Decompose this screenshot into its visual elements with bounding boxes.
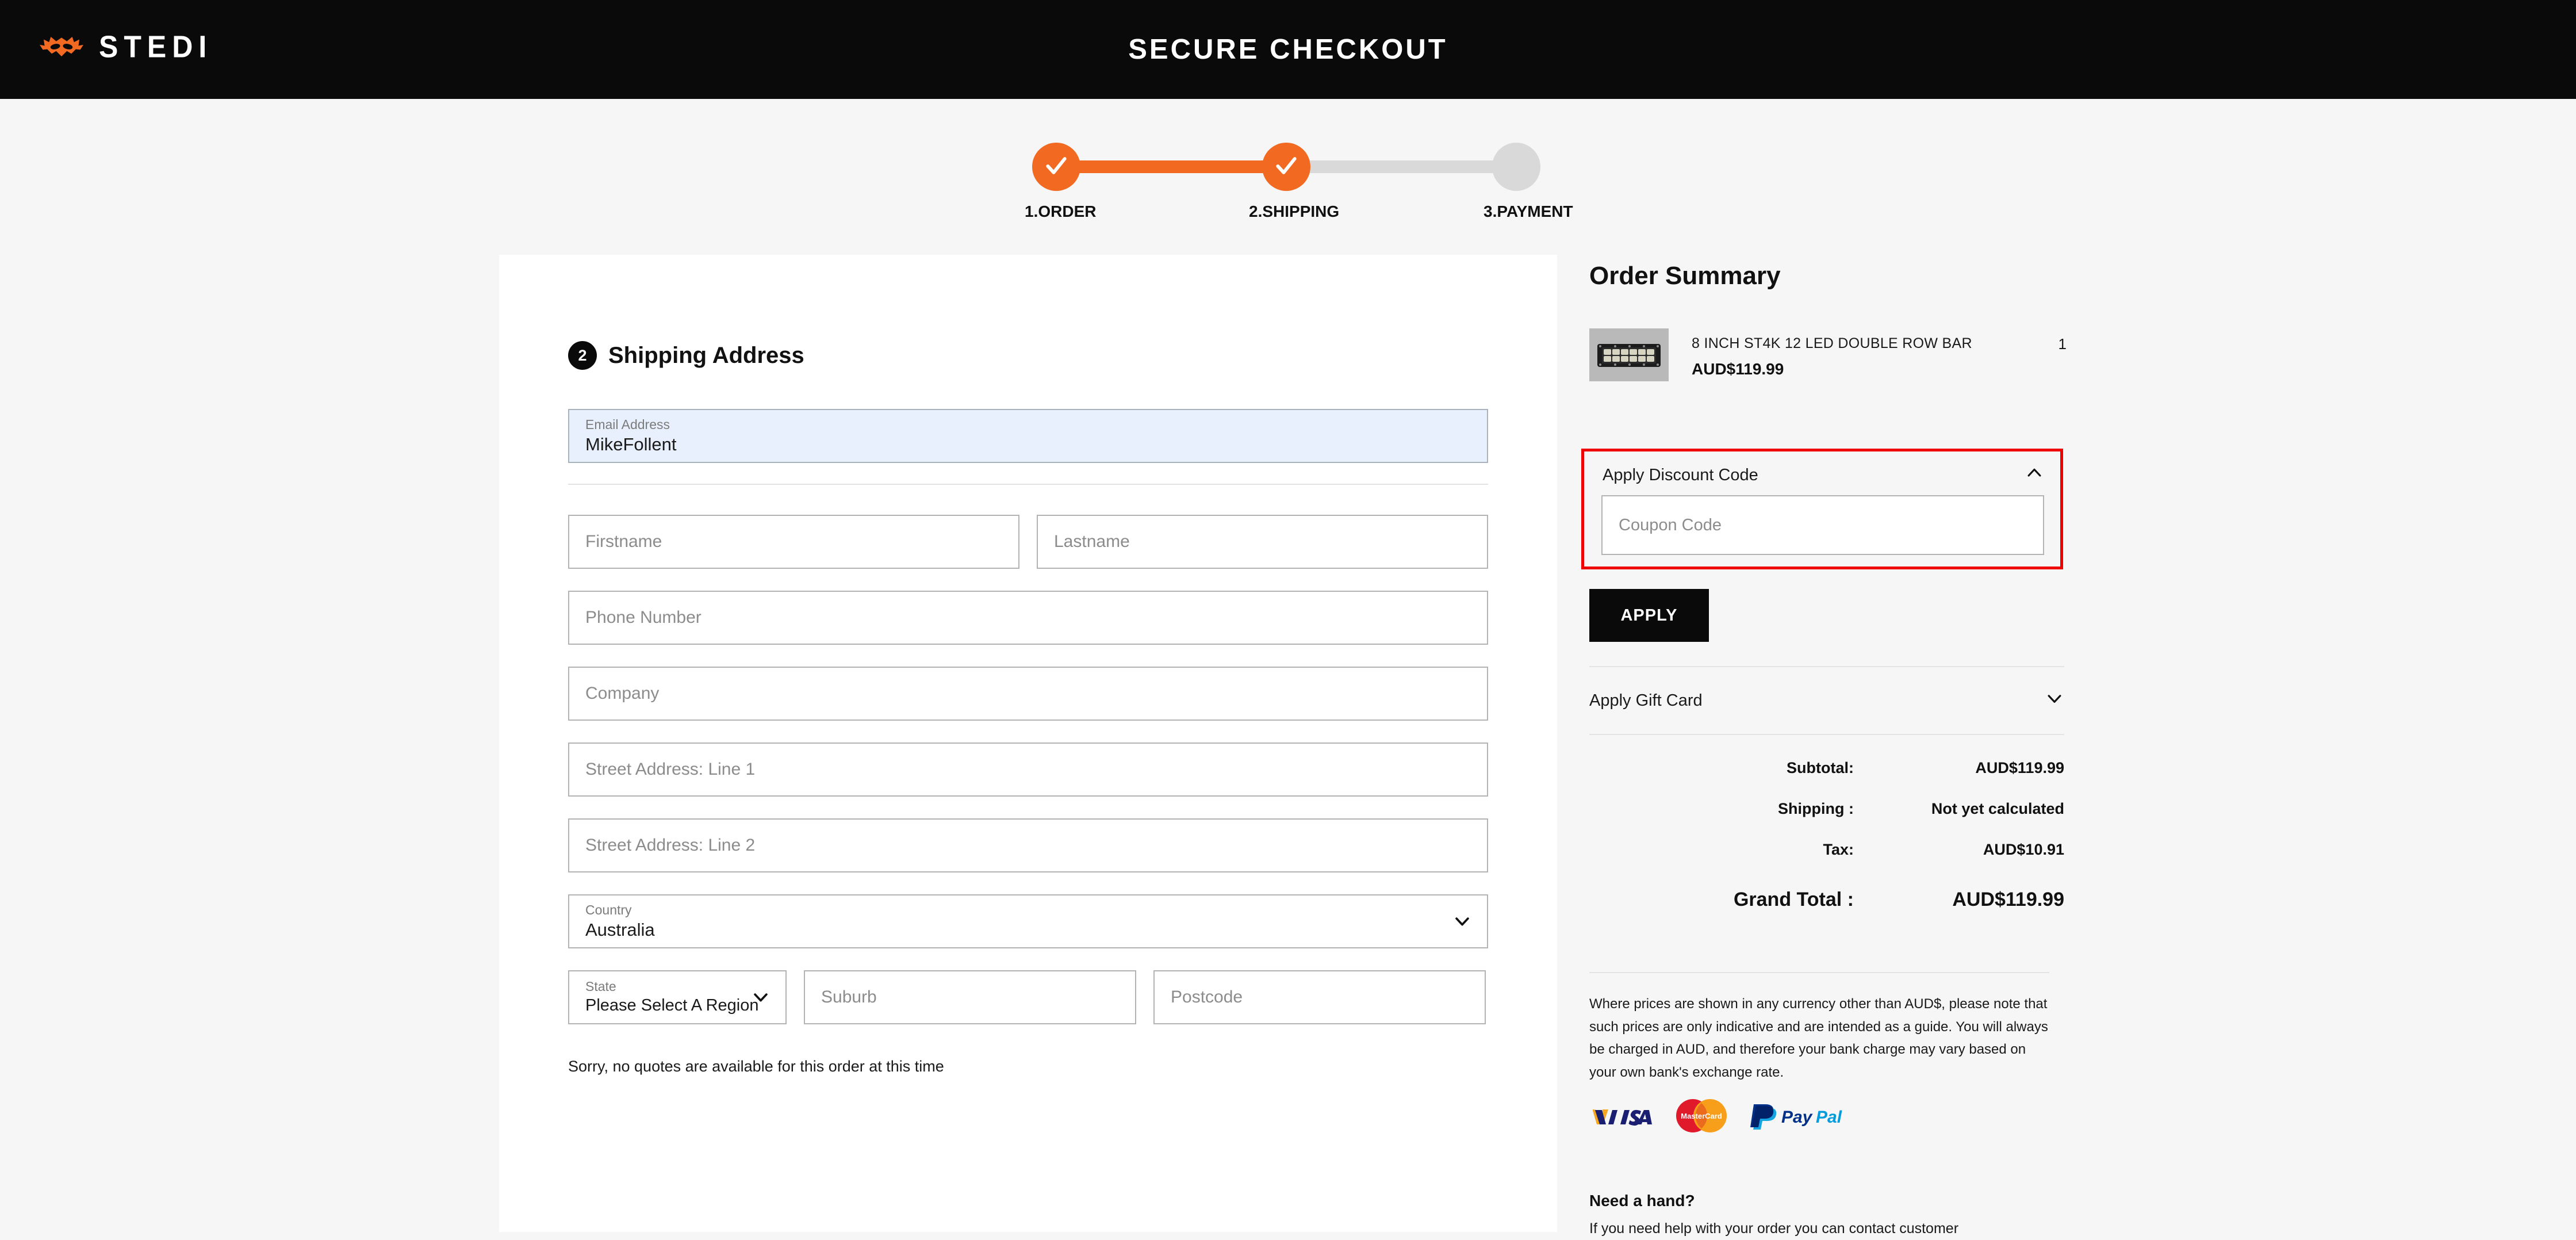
order-summary-title: Order Summary xyxy=(1589,262,1781,290)
stepper-step-order[interactable] xyxy=(1032,143,1080,191)
street-line1-input[interactable]: Street Address: Line 1 xyxy=(568,743,1488,797)
firstname-input[interactable]: Firstname xyxy=(568,515,1019,569)
need-help-section: Need a hand? If you need help with your … xyxy=(1589,1192,2049,1240)
totals-row-subtotal: Subtotal: AUD$119.99 xyxy=(1589,759,2064,777)
chevron-down-icon xyxy=(751,988,770,1007)
stepper-step-shipping[interactable] xyxy=(1262,143,1310,191)
state-select-value: Please Select A Region, State Or Provinc… xyxy=(585,996,758,1015)
shipping-quote-message: Sorry, no quotes are available for this … xyxy=(568,1058,944,1075)
lastname-input[interactable]: Lastname xyxy=(1037,515,1488,569)
suburb-placeholder: Suburb xyxy=(821,988,877,1006)
subtotal-value: AUD$119.99 xyxy=(1975,759,2064,776)
country-select[interactable]: Country Australia xyxy=(568,894,1488,948)
totals-row-tax: Tax: AUD$10.91 xyxy=(1589,841,2064,859)
led-light-bar-image xyxy=(1589,328,1669,381)
chevron-down-icon xyxy=(1452,912,1472,931)
subtotal-label: Subtotal: xyxy=(1787,759,1854,776)
chevron-up-icon[interactable] xyxy=(2025,463,2044,487)
street-line2-placeholder: Street Address: Line 2 xyxy=(585,836,756,855)
email-field-value: MikeFollent xyxy=(585,434,677,454)
country-select-label: Country xyxy=(585,902,632,918)
grand-total-label: Grand Total : xyxy=(1733,889,1854,910)
tax-value: AUD$10.91 xyxy=(1983,841,2064,858)
gift-card-heading: Apply Gift Card xyxy=(1589,691,1703,710)
apply-discount-code-section[interactable]: Apply Discount Code Coupon Code xyxy=(1581,449,2063,569)
shipping-section-header: 2 Shipping Address xyxy=(568,341,1488,370)
form-divider xyxy=(568,484,1488,485)
section-step-badge: 2 xyxy=(568,341,597,370)
accepted-payment-methods: MasterCard Pay Pal xyxy=(1589,1097,1864,1134)
need-help-body: If you need help with your order you can… xyxy=(1589,1220,1959,1237)
check-icon xyxy=(1274,153,1299,181)
site-header: STEDI SECURE CHECKOUT xyxy=(0,0,2576,99)
apply-discount-button[interactable]: APPLY xyxy=(1589,589,1709,642)
svg-text:Pal: Pal xyxy=(1816,1108,1842,1127)
grand-total-value: AUD$119.99 xyxy=(1952,889,2064,910)
phone-input[interactable]: Phone Number xyxy=(568,591,1488,645)
paypal-icon: Pay Pal xyxy=(1746,1100,1864,1132)
company-placeholder: Company xyxy=(585,684,660,703)
shipping-address-card: 2 Shipping Address Email Address MikeFol… xyxy=(499,255,1557,1232)
tax-label: Tax: xyxy=(1823,841,1854,858)
firstname-placeholder: Firstname xyxy=(585,532,662,551)
visa-icon xyxy=(1589,1103,1657,1129)
totals-row-shipping: Shipping : Not yet calculated xyxy=(1589,800,2064,818)
need-help-title: Need a hand? xyxy=(1589,1192,1695,1210)
company-input[interactable]: Company xyxy=(568,667,1488,721)
page-title: SECURE CHECKOUT xyxy=(1128,34,1448,65)
lastname-placeholder: Lastname xyxy=(1054,532,1130,551)
street-line1-placeholder: Street Address: Line 1 xyxy=(585,760,756,779)
chevron-down-icon[interactable] xyxy=(2045,688,2064,713)
stepper-label-order: 1.ORDER xyxy=(1025,202,1097,220)
coupon-code-input[interactable]: Coupon Code xyxy=(1601,495,2044,555)
coupon-code-placeholder: Coupon Code xyxy=(1619,515,1722,534)
phone-placeholder: Phone Number xyxy=(585,608,702,627)
order-totals: Subtotal: AUD$119.99 Shipping : Not yet … xyxy=(1589,759,2064,934)
svg-text:Pay: Pay xyxy=(1781,1108,1813,1127)
order-line-item: 8 INCH ST4K 12 LED DOUBLE ROW BAR AUD$11… xyxy=(1589,328,2067,381)
postcode-input[interactable]: Postcode xyxy=(1153,970,1486,1024)
apply-gift-card-section[interactable]: Apply Gift Card xyxy=(1589,666,2064,735)
shipping-value: Not yet calculated xyxy=(1931,800,2064,817)
suburb-input[interactable]: Suburb xyxy=(804,970,1136,1024)
email-field[interactable]: Email Address MikeFollent xyxy=(568,409,1488,463)
stepper-track-filled xyxy=(1055,160,1285,173)
shipping-label: Shipping : xyxy=(1778,800,1854,817)
mastercard-icon: MasterCard xyxy=(1672,1097,1731,1134)
currency-disclaimer: Where prices are shown in any currency o… xyxy=(1589,972,2049,1084)
product-name: 8 INCH ST4K 12 LED DOUBLE ROW BAR xyxy=(1692,335,1972,351)
product-price: AUD$119.99 xyxy=(1692,360,1784,378)
email-field-label: Email Address xyxy=(585,417,670,433)
state-select[interactable]: State Please Select A Region, State Or P… xyxy=(568,970,787,1024)
svg-text:MasterCard: MasterCard xyxy=(1681,1112,1722,1120)
check-icon xyxy=(1044,153,1069,181)
state-select-label: State xyxy=(585,979,616,994)
postcode-placeholder: Postcode xyxy=(1171,988,1243,1006)
stepper-step-payment[interactable] xyxy=(1492,143,1540,191)
discount-heading: Apply Discount Code xyxy=(1603,465,1758,484)
stepper-label-shipping: 2.SHIPPING xyxy=(1249,202,1340,220)
checkout-progress-stepper: 1.ORDER 2.SHIPPING 3.PAYMENT xyxy=(1025,143,1573,220)
order-summary-panel: Order Summary 8 INCH ST4K 12 LED DOUBLE … xyxy=(1589,262,2067,381)
street-line2-input[interactable]: Street Address: Line 2 xyxy=(568,818,1488,872)
stepper-label-payment: 3.PAYMENT xyxy=(1483,202,1573,220)
section-title: Shipping Address xyxy=(608,342,804,368)
country-select-value: Australia xyxy=(585,919,655,940)
totals-row-grand-total: Grand Total : AUD$119.99 xyxy=(1589,889,2064,911)
product-quantity: 1 xyxy=(2058,335,2067,353)
discount-header[interactable]: Apply Discount Code xyxy=(1603,463,2044,487)
